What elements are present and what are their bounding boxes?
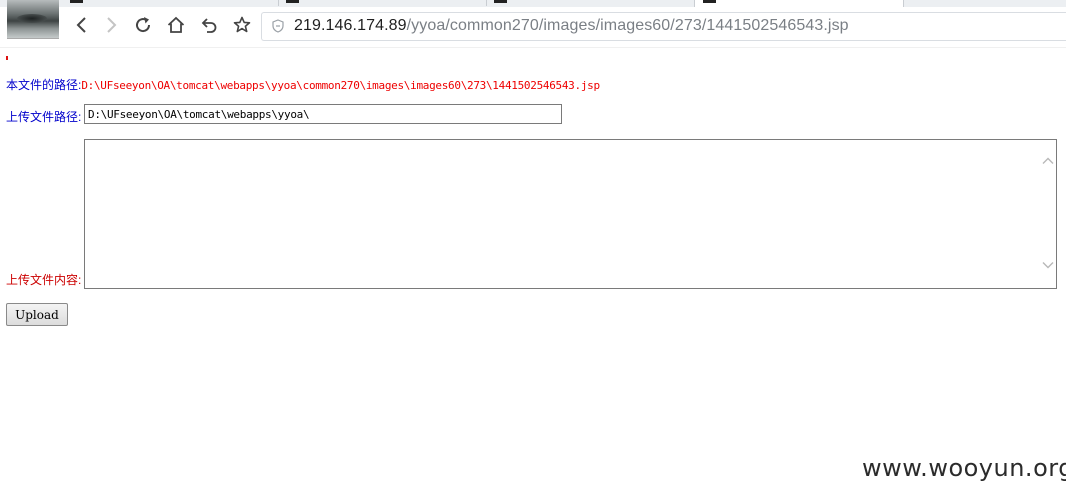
rock-image bbox=[17, 14, 47, 23]
undo-close-tab-button[interactable] bbox=[196, 12, 222, 38]
browser-tab-active[interactable] bbox=[694, 0, 904, 7]
url-path: /yyoa/common270/images/images60/273/1441… bbox=[406, 17, 849, 34]
reload-button[interactable] bbox=[130, 12, 156, 38]
profile-thumbnail-image bbox=[7, 0, 59, 39]
star-icon bbox=[233, 16, 251, 33]
forward-arrow-icon bbox=[107, 17, 117, 33]
page-icon bbox=[494, 0, 507, 3]
scroll-up-icon[interactable] bbox=[1041, 154, 1055, 168]
upload-path-input[interactable] bbox=[84, 104, 562, 124]
browser-tab-2[interactable] bbox=[278, 0, 487, 6]
back-button[interactable] bbox=[69, 12, 95, 38]
upload-content-textarea[interactable] bbox=[84, 139, 1057, 289]
red-marker bbox=[6, 56, 8, 60]
browser-tab-1[interactable] bbox=[62, 0, 279, 6]
page-icon bbox=[70, 0, 83, 3]
reload-icon bbox=[136, 17, 151, 33]
browser-tab-3[interactable] bbox=[486, 0, 695, 6]
forward-button[interactable] bbox=[98, 12, 124, 38]
upload-button[interactable]: Upload bbox=[6, 303, 68, 326]
upload-content-label: 上传文件内容: bbox=[6, 273, 82, 287]
url-text: 219.146.174.89/yyoa/common270/images/ima… bbox=[294, 17, 849, 35]
page-icon bbox=[703, 0, 716, 3]
upload-path-label: 上传文件路径: bbox=[6, 110, 82, 124]
toolbar-divider bbox=[0, 47, 1066, 48]
home-button[interactable] bbox=[163, 12, 189, 38]
watermark-text: www.wooyun.org bbox=[862, 454, 1066, 482]
page-icon bbox=[286, 0, 299, 3]
bookmark-button[interactable] bbox=[229, 12, 255, 38]
file-path-label: 本文件的路径: bbox=[6, 78, 82, 92]
url-host: 219.146.174.89 bbox=[294, 17, 407, 34]
scroll-down-icon[interactable] bbox=[1041, 258, 1055, 272]
address-bar[interactable]: 219.146.174.89/yyoa/common270/images/ima… bbox=[261, 12, 1066, 41]
shield-icon bbox=[272, 19, 284, 33]
file-path-row: 本文件的路径:D:\UFseeyon\OA\tomcat\webapps\yyo… bbox=[6, 76, 600, 94]
file-path-value: D:\UFseeyon\OA\tomcat\webapps\yyoa\commo… bbox=[81, 79, 600, 92]
back-arrow-icon bbox=[76, 17, 86, 33]
home-icon bbox=[167, 16, 185, 33]
undo-icon bbox=[201, 18, 217, 33]
